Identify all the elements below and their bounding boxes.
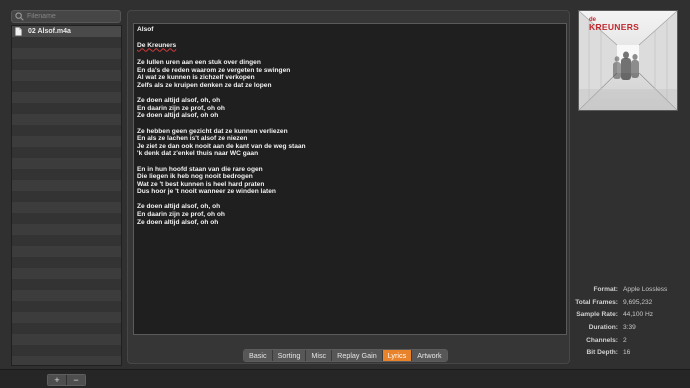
lyrics-body: Ze lullen uren aan een stuk over dingen … bbox=[137, 59, 306, 226]
bit-depth-value: 16 bbox=[623, 349, 631, 357]
duration-label: Duration: bbox=[588, 323, 618, 331]
add-remove-group: + − bbox=[47, 374, 86, 386]
lyrics-title: Alsof bbox=[137, 26, 154, 33]
channels-value: 2 bbox=[623, 336, 627, 344]
file-icon bbox=[15, 27, 22, 36]
search-field[interactable] bbox=[11, 10, 121, 23]
info-row-duration: Duration: 3:39 bbox=[572, 321, 688, 334]
search-icon bbox=[15, 12, 24, 21]
remove-file-button[interactable]: − bbox=[66, 375, 85, 385]
info-row-total-frames: Total Frames: 9,695,232 bbox=[572, 296, 688, 309]
info-row-sample-rate: Sample Rate: 44,100 Hz bbox=[572, 308, 688, 321]
tab-basic[interactable]: Basic bbox=[244, 350, 273, 361]
info-row-bit-depth: Bit Depth: 16 bbox=[572, 346, 688, 359]
total-frames-value: 9,695,232 bbox=[623, 298, 653, 306]
format-label: Format: bbox=[593, 285, 618, 293]
info-row-format: Format: Apple Lossless bbox=[572, 283, 688, 296]
search-input[interactable] bbox=[27, 11, 117, 22]
sample-rate-value: 44,100 Hz bbox=[623, 311, 654, 319]
add-file-button[interactable]: + bbox=[48, 375, 66, 385]
duration-value: 3:39 bbox=[623, 323, 636, 331]
file-info: Format: Apple Lossless Total Frames: 9,6… bbox=[572, 283, 688, 359]
tab-misc[interactable]: Misc bbox=[306, 350, 333, 361]
tab-replay-gain[interactable]: Replay Gain bbox=[332, 350, 383, 361]
tab-sorting[interactable]: Sorting bbox=[272, 350, 307, 361]
file-name: 02 Alsof.m4a bbox=[28, 28, 71, 35]
format-value: Apple Lossless bbox=[623, 285, 668, 293]
sample-rate-label: Sample Rate: bbox=[576, 311, 618, 319]
channels-label: Channels: bbox=[586, 336, 618, 344]
total-frames-label: Total Frames: bbox=[575, 298, 618, 306]
info-row-channels: Channels: 2 bbox=[572, 334, 688, 347]
tag-editor-window: 02 Alsof.m4a Alsof De Kreuners Ze lullen… bbox=[0, 0, 690, 388]
album-artwork[interactable]: de KREUNERS bbox=[578, 10, 678, 111]
file-list[interactable]: 02 Alsof.m4a bbox=[11, 25, 122, 366]
bit-depth-label: Bit Depth: bbox=[586, 349, 619, 357]
lyrics-textarea[interactable]: Alsof De Kreuners Ze lullen uren aan een… bbox=[133, 23, 567, 335]
artwork-band-name: KREUNERS bbox=[589, 22, 640, 32]
bottom-toolbar: + − bbox=[0, 369, 690, 388]
tab-bar: Basic Sorting Misc Replay Gain Lyrics Ar… bbox=[243, 349, 448, 362]
tab-artwork[interactable]: Artwork bbox=[412, 350, 447, 361]
list-item[interactable]: 02 Alsof.m4a bbox=[12, 26, 121, 37]
lyrics-artist: De Kreuners bbox=[137, 41, 177, 49]
tab-lyrics[interactable]: Lyrics bbox=[382, 350, 413, 361]
